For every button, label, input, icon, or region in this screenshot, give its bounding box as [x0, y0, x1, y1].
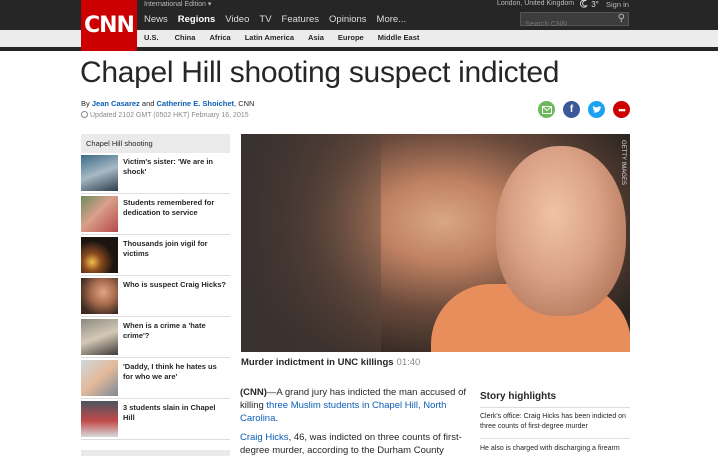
- sidebar-item-label: 3 students slain in Chapel Hill: [123, 403, 216, 422]
- sidebar-item-label: Victim's sister: 'We are in shock': [123, 157, 213, 176]
- temperature: 3°: [591, 0, 599, 9]
- search-icon[interactable]: ⚲: [618, 13, 625, 24]
- byline-prefix: By: [81, 99, 90, 108]
- nav-item-features[interactable]: Features: [282, 14, 320, 25]
- sidebar-item-label: When is a crime a 'hate crime'?: [123, 321, 206, 340]
- nav-item-video[interactable]: Video: [225, 14, 249, 25]
- sidebar-item[interactable]: Who is suspect Craig Hicks?: [81, 276, 230, 317]
- thumbnail-image: [81, 278, 118, 314]
- region-middle-east[interactable]: Middle East: [378, 33, 420, 42]
- nav-item-news[interactable]: News: [144, 14, 168, 25]
- nav-item-opinions[interactable]: Opinions: [329, 14, 367, 25]
- sidebar-footer: [81, 450, 230, 456]
- thumbnail-image: [81, 237, 118, 273]
- hero-image[interactable]: GETTY IMAGES: [241, 134, 630, 352]
- twitter-icon: [592, 105, 601, 113]
- sidebar-item-label: Thousands join vigil for victims: [123, 239, 208, 258]
- sidebar-item[interactable]: 3 students slain in Chapel Hill: [81, 399, 230, 440]
- facebook-icon: f: [569, 104, 574, 115]
- chevron-down-icon: ▾: [207, 1, 212, 8]
- thumbnail-image: [81, 319, 118, 355]
- p2-link[interactable]: Craig Hicks: [240, 432, 289, 443]
- video-duration: 01:40: [396, 357, 421, 368]
- video-caption[interactable]: Murder indictment in UNC killings 01:40: [241, 357, 420, 368]
- updated-text: Updated 2102 GMT (0502 HKT) February 16,…: [90, 112, 249, 119]
- clock-icon: [81, 111, 88, 118]
- sidebar-item[interactable]: Students remembered for dedication to se…: [81, 194, 230, 235]
- sidebar-item[interactable]: Victim's sister: 'We are in shock': [81, 153, 230, 194]
- twitter-share-button[interactable]: [588, 101, 605, 118]
- email-icon: [541, 105, 552, 114]
- sidebar-item-label: Who is suspect Craig Hicks?: [123, 280, 226, 289]
- logo-text: CNN: [84, 13, 135, 38]
- thumbnail-image: [81, 360, 118, 396]
- region-us[interactable]: U.S.: [144, 33, 159, 42]
- sign-in-link[interactable]: Sign in: [606, 0, 629, 9]
- highlights-divider: [480, 407, 630, 408]
- location-label: London, United Kingdom: [497, 0, 575, 7]
- sidebar-item-label: Students remembered for dedication to se…: [123, 198, 215, 217]
- author-link-2[interactable]: Catherine E. Shoichet: [157, 99, 235, 108]
- byline: By Jean Casarez and Catherine E. Shoiche…: [81, 99, 254, 108]
- highlight-item: Clerk's office: Craig Hicks has been ind…: [480, 413, 626, 430]
- more-share-button[interactable]: •••: [613, 101, 630, 118]
- nav-item-regions[interactable]: Regions: [178, 14, 215, 25]
- byline-outlet: , CNN: [234, 99, 255, 108]
- region-china[interactable]: China: [175, 33, 196, 42]
- main-nav: News Regions Video TV Features Opinions …: [144, 14, 416, 25]
- search-input[interactable]: [521, 17, 619, 30]
- region-latin-america[interactable]: Latin America: [245, 33, 294, 42]
- author-link-1[interactable]: Jean Casarez: [92, 99, 140, 108]
- highlights-divider: [480, 438, 630, 439]
- regions-nav: U.S. China Africa Latin America Asia Eur…: [144, 33, 433, 42]
- region-europe[interactable]: Europe: [338, 33, 364, 42]
- sidebar-item[interactable]: 'Daddy, I think he hates us for who we a…: [81, 358, 230, 399]
- page-title: Chapel Hill shooting suspect indicted: [80, 56, 560, 89]
- article-body: (CNN)—A grand jury has indicted the man …: [240, 386, 468, 463]
- thumbnail-image: [81, 196, 118, 232]
- paragraph-1: (CNN)—A grand jury has indicted the man …: [240, 386, 468, 425]
- updated-timestamp: Updated 2102 GMT (0502 HKT) February 16,…: [81, 111, 249, 119]
- weather-widget[interactable]: 3°: [580, 0, 599, 9]
- paragraph-2: Craig Hicks, 46, was indicted on three c…: [240, 431, 468, 457]
- byline-and: and: [141, 99, 155, 108]
- p1-text-b: .: [275, 413, 279, 424]
- more-icon: •••: [618, 104, 626, 115]
- story-highlights-title: Story highlights: [480, 391, 557, 402]
- hero-head-shape: [496, 146, 626, 316]
- edition-selector[interactable]: International Edition ▾: [144, 0, 211, 8]
- sidebar-item-label: 'Daddy, I think he hates us for who we a…: [123, 362, 217, 381]
- image-credit: GETTY IMAGES: [620, 140, 626, 185]
- sidebar-item[interactable]: Thousands join vigil for victims: [81, 235, 230, 276]
- dateline: (CNN): [240, 387, 267, 398]
- facebook-share-button[interactable]: f: [563, 101, 580, 118]
- nav-item-tv[interactable]: TV: [259, 14, 271, 25]
- sidebar-title: Chapel Hill shooting: [86, 139, 153, 148]
- sidebar-item[interactable]: When is a crime a 'hate crime'?: [81, 317, 230, 358]
- p1-link[interactable]: three Muslim students in Chapel Hill, No…: [240, 400, 446, 424]
- region-asia[interactable]: Asia: [308, 33, 324, 42]
- caption-title: Murder indictment in UNC killings: [241, 357, 394, 368]
- thumbnail-image: [81, 401, 118, 437]
- thumbnail-image: [81, 155, 118, 191]
- search-box: ⚲: [520, 12, 629, 30]
- weather-icon: [580, 0, 588, 8]
- highlight-item: He also is charged with discharging a fi…: [480, 445, 620, 452]
- hero-background-blur: [241, 134, 381, 352]
- email-share-button[interactable]: [538, 101, 555, 118]
- sidebar-header: Chapel Hill shooting: [81, 134, 230, 153]
- cnn-logo[interactable]: CNN: [81, 0, 137, 51]
- edition-label: International Edition: [144, 1, 206, 8]
- nav-item-more[interactable]: More...: [377, 14, 407, 25]
- region-africa[interactable]: Africa: [209, 33, 230, 42]
